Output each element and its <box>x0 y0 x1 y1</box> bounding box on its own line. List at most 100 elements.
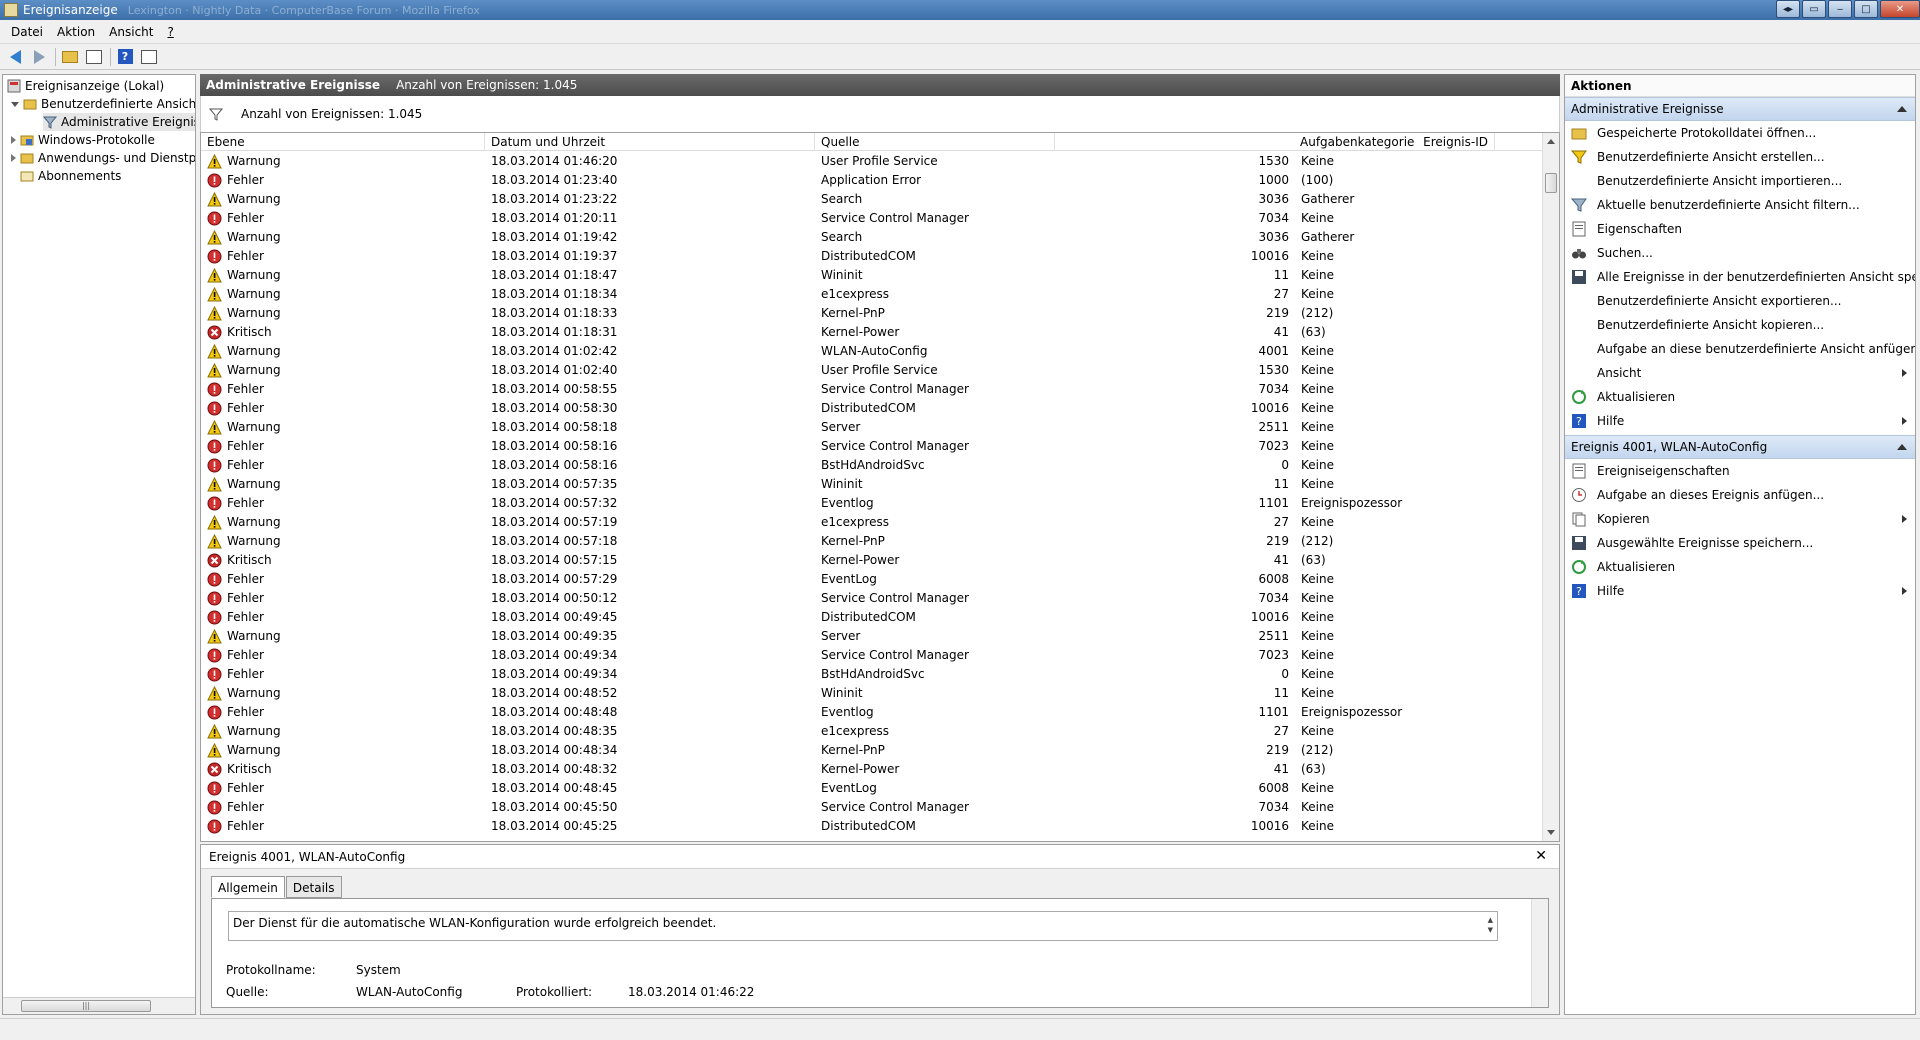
col-header-category[interactable]: Aufgabenkategorie <box>1294 133 1543 151</box>
action-item[interactable]: Aufgabe an diese benutzerdefinierte Ansi… <box>1565 337 1915 361</box>
action-item[interactable]: Benutzerdefinierte Ansicht kopieren... <box>1565 313 1915 337</box>
menu-ansicht[interactable]: Ansicht <box>102 25 160 39</box>
action-item[interactable]: ? Hilfe <box>1565 579 1915 603</box>
close-button[interactable]: ✕ <box>1880 0 1920 18</box>
help-button[interactable]: ? <box>114 47 136 67</box>
table-row[interactable]: Warnung 18.03.2014 01:18:34 e1cexpress 27 Ke… <box>201 285 1543 304</box>
table-row[interactable]: Warnung 18.03.2014 00:57:35 Wininit 11 Keine <box>201 475 1543 494</box>
table-row[interactable]: Fehler 18.03.2014 00:57:29 EventLog 6008 Kei… <box>201 570 1543 589</box>
table-row[interactable]: Fehler 18.03.2014 00:57:32 Eventlog 1101 Ere… <box>201 494 1543 513</box>
tab-allgemein[interactable]: Allgemein <box>211 876 285 898</box>
action-item[interactable]: Suchen... <box>1565 241 1915 265</box>
table-row[interactable]: Fehler 18.03.2014 00:48:48 Eventlog 1101 Ere… <box>201 703 1543 722</box>
menu-datei[interactable]: Datei <box>4 25 50 39</box>
actions-section-view[interactable]: Administrative Ereignisse <box>1565 97 1915 121</box>
action-item[interactable]: Benutzerdefinierte Ansicht importieren..… <box>1565 169 1915 193</box>
table-row[interactable]: Warnung 18.03.2014 00:57:19 e1cexpress 27 Ke… <box>201 513 1543 532</box>
action-item[interactable]: Eigenschaften <box>1565 217 1915 241</box>
table-row[interactable]: Fehler 18.03.2014 01:23:40 Application Err… <box>201 171 1543 190</box>
table-row[interactable]: Warnung 18.03.2014 01:19:42 Search 3036 Gath… <box>201 228 1543 247</box>
show-tree-button[interactable] <box>83 47 105 67</box>
table-row[interactable]: Warnung 18.03.2014 00:58:18 Server 2511 Kein… <box>201 418 1543 437</box>
collapse-icon[interactable] <box>1897 444 1907 450</box>
col-header-level[interactable]: Ebene <box>201 133 485 151</box>
table-row[interactable]: Kritisch 18.03.2014 00:48:32 Kernel-Power 4… <box>201 760 1543 779</box>
actions-section-event[interactable]: Ereignis 4001, WLAN-AutoConfig <box>1565 435 1915 459</box>
action-item[interactable]: Benutzerdefinierte Ansicht exportieren..… <box>1565 289 1915 313</box>
actions-pane: Aktionen Administrative Ereignisse Gespe… <box>1564 74 1916 1015</box>
description-scroll-icon[interactable]: ▲ ▼ <box>1488 915 1493 935</box>
tree-h-scrollbar[interactable]: ||| <box>3 997 195 1014</box>
collapse-icon[interactable] <box>11 136 16 144</box>
tree-admin-events[interactable]: Administrative Ereignisse <box>43 113 195 131</box>
action-item[interactable]: Aktualisieren <box>1565 555 1915 579</box>
table-row[interactable]: Warnung 18.03.2014 01:23:22 Search 3036 Gath… <box>201 190 1543 209</box>
table-row[interactable]: Warnung 18.03.2014 00:48:34 Kernel-PnP 219 (… <box>201 741 1543 760</box>
table-row[interactable]: Fehler 18.03.2014 00:58:30 DistributedCOM 1… <box>201 399 1543 418</box>
tree-app-logs[interactable]: Anwendungs- und Dienstprotokolle <box>11 149 195 167</box>
action-item[interactable]: Aktuelle benutzerdefinierte Ansicht filt… <box>1565 193 1915 217</box>
tree-custom-views[interactable]: Benutzerdefinierte Ansichten <box>11 95 195 113</box>
table-row[interactable]: Warnung 18.03.2014 01:02:42 WLAN-AutoConfi… <box>201 342 1543 361</box>
table-row[interactable]: Warnung 18.03.2014 01:02:40 User Profile S… <box>201 361 1543 380</box>
table-row[interactable]: Warnung 18.03.2014 01:46:20 User Profile S… <box>201 152 1543 171</box>
action-item[interactable]: Aufgabe an dieses Ereignis anfügen... <box>1565 483 1915 507</box>
action-item[interactable]: Kopieren <box>1565 507 1915 531</box>
detail-v-scrollbar[interactable] <box>1531 899 1548 1007</box>
col-header-source[interactable]: Quelle <box>815 133 1055 151</box>
table-row[interactable]: Warnung 18.03.2014 01:18:33 Kernel-PnP 219 (… <box>201 304 1543 323</box>
scroll-down-icon[interactable] <box>1547 830 1555 835</box>
action-item[interactable]: ? Hilfe <box>1565 409 1915 433</box>
minimize-button[interactable]: ‒ <box>1828 0 1852 18</box>
collapse-icon[interactable] <box>1897 106 1907 112</box>
table-row[interactable]: Fehler 18.03.2014 00:48:45 EventLog 6008 Kei… <box>201 779 1543 798</box>
restore-window-icon[interactable]: ▭ <box>1802 0 1826 18</box>
show-actions-button[interactable] <box>138 47 160 67</box>
table-row[interactable]: Warnung 18.03.2014 00:57:18 Kernel-PnP 219 (… <box>201 532 1543 551</box>
action-item[interactable]: Ansicht <box>1565 361 1915 385</box>
col-header-date[interactable]: Datum und Uhrzeit <box>485 133 815 151</box>
tree-subscriptions[interactable]: Abonnements <box>20 167 121 185</box>
forward-button[interactable] <box>28 47 50 67</box>
up-folder-button[interactable] <box>59 47 81 67</box>
action-item[interactable]: Gespeicherte Protokolldatei öffnen... <box>1565 121 1915 145</box>
back-window-icon[interactable]: ◂▸ <box>1776 0 1800 18</box>
table-row[interactable]: Fehler 18.03.2014 00:45:25 DistributedCOM 1… <box>201 817 1543 836</box>
table-row[interactable]: Warnung 18.03.2014 01:18:47 Wininit 11 Keine <box>201 266 1543 285</box>
table-row[interactable]: Warnung 18.03.2014 00:48:52 Wininit 11 Keine <box>201 684 1543 703</box>
table-row[interactable]: Fehler 18.03.2014 00:49:34 BstHdAndroidSvc… <box>201 665 1543 684</box>
table-row[interactable]: Fehler 18.03.2014 00:49:45 DistributedCOM 1… <box>201 608 1543 627</box>
action-item[interactable]: Benutzerdefinierte Ansicht erstellen... <box>1565 145 1915 169</box>
scroll-up-icon[interactable] <box>1547 139 1555 144</box>
back-button[interactable] <box>4 47 26 67</box>
menu-help[interactable]: ? <box>160 25 180 39</box>
table-row[interactable]: Fehler 18.03.2014 01:19:37 DistributedCOM 1… <box>201 247 1543 266</box>
event-list-v-scrollbar[interactable] <box>1542 133 1559 841</box>
table-row[interactable]: Kritisch 18.03.2014 01:18:31 Kernel-Power 4… <box>201 323 1543 342</box>
table-row[interactable]: Warnung 18.03.2014 00:48:35 e1cexpress 27 Ke… <box>201 722 1543 741</box>
tree-windows-logs[interactable]: Windows-Protokolle <box>11 131 155 149</box>
table-row[interactable]: Fehler 18.03.2014 00:58:55 Service Control… <box>201 380 1543 399</box>
table-row[interactable]: Fehler 18.03.2014 01:20:11 Service Control… <box>201 209 1543 228</box>
action-item[interactable]: Ausgewählte Ereignisse speichern... <box>1565 531 1915 555</box>
table-row[interactable]: Kritisch 18.03.2014 00:57:15 Kernel-Power 4… <box>201 551 1543 570</box>
expand-icon[interactable] <box>11 101 19 107</box>
scroll-thumb[interactable] <box>1545 173 1557 193</box>
table-row[interactable]: Fehler 18.03.2014 00:45:50 Service Control… <box>201 798 1543 817</box>
table-row[interactable]: Fehler 18.03.2014 00:50:12 Service Control… <box>201 589 1543 608</box>
table-row[interactable]: Fehler 18.03.2014 00:58:16 Service Control… <box>201 437 1543 456</box>
menu-aktion[interactable]: Aktion <box>50 25 102 39</box>
action-item[interactable]: Ereigniseigenschaften <box>1565 459 1915 483</box>
action-item[interactable]: Alle Ereignisse in der benutzerdefiniert… <box>1565 265 1915 289</box>
action-item[interactable]: Aktualisieren <box>1565 385 1915 409</box>
close-icon[interactable]: ✕ <box>1535 848 1547 864</box>
table-row[interactable]: Fehler 18.03.2014 00:49:34 Service Control… <box>201 646 1543 665</box>
maximize-button[interactable]: □ <box>1854 0 1878 18</box>
table-row[interactable]: Fehler 18.03.2014 00:58:16 BstHdAndroidSvc… <box>201 456 1543 475</box>
table-row[interactable]: Warnung 18.03.2014 00:49:35 Server 2511 Kein… <box>201 627 1543 646</box>
event-description[interactable]: Der Dienst für die automatische WLAN-Kon… <box>228 911 1498 941</box>
scroll-thumb[interactable]: ||| <box>21 1000 151 1012</box>
tab-details[interactable]: Details <box>285 876 342 898</box>
tree-root[interactable]: Ereignisanzeige (Lokal) <box>7 77 164 95</box>
collapse-icon[interactable] <box>11 154 16 162</box>
